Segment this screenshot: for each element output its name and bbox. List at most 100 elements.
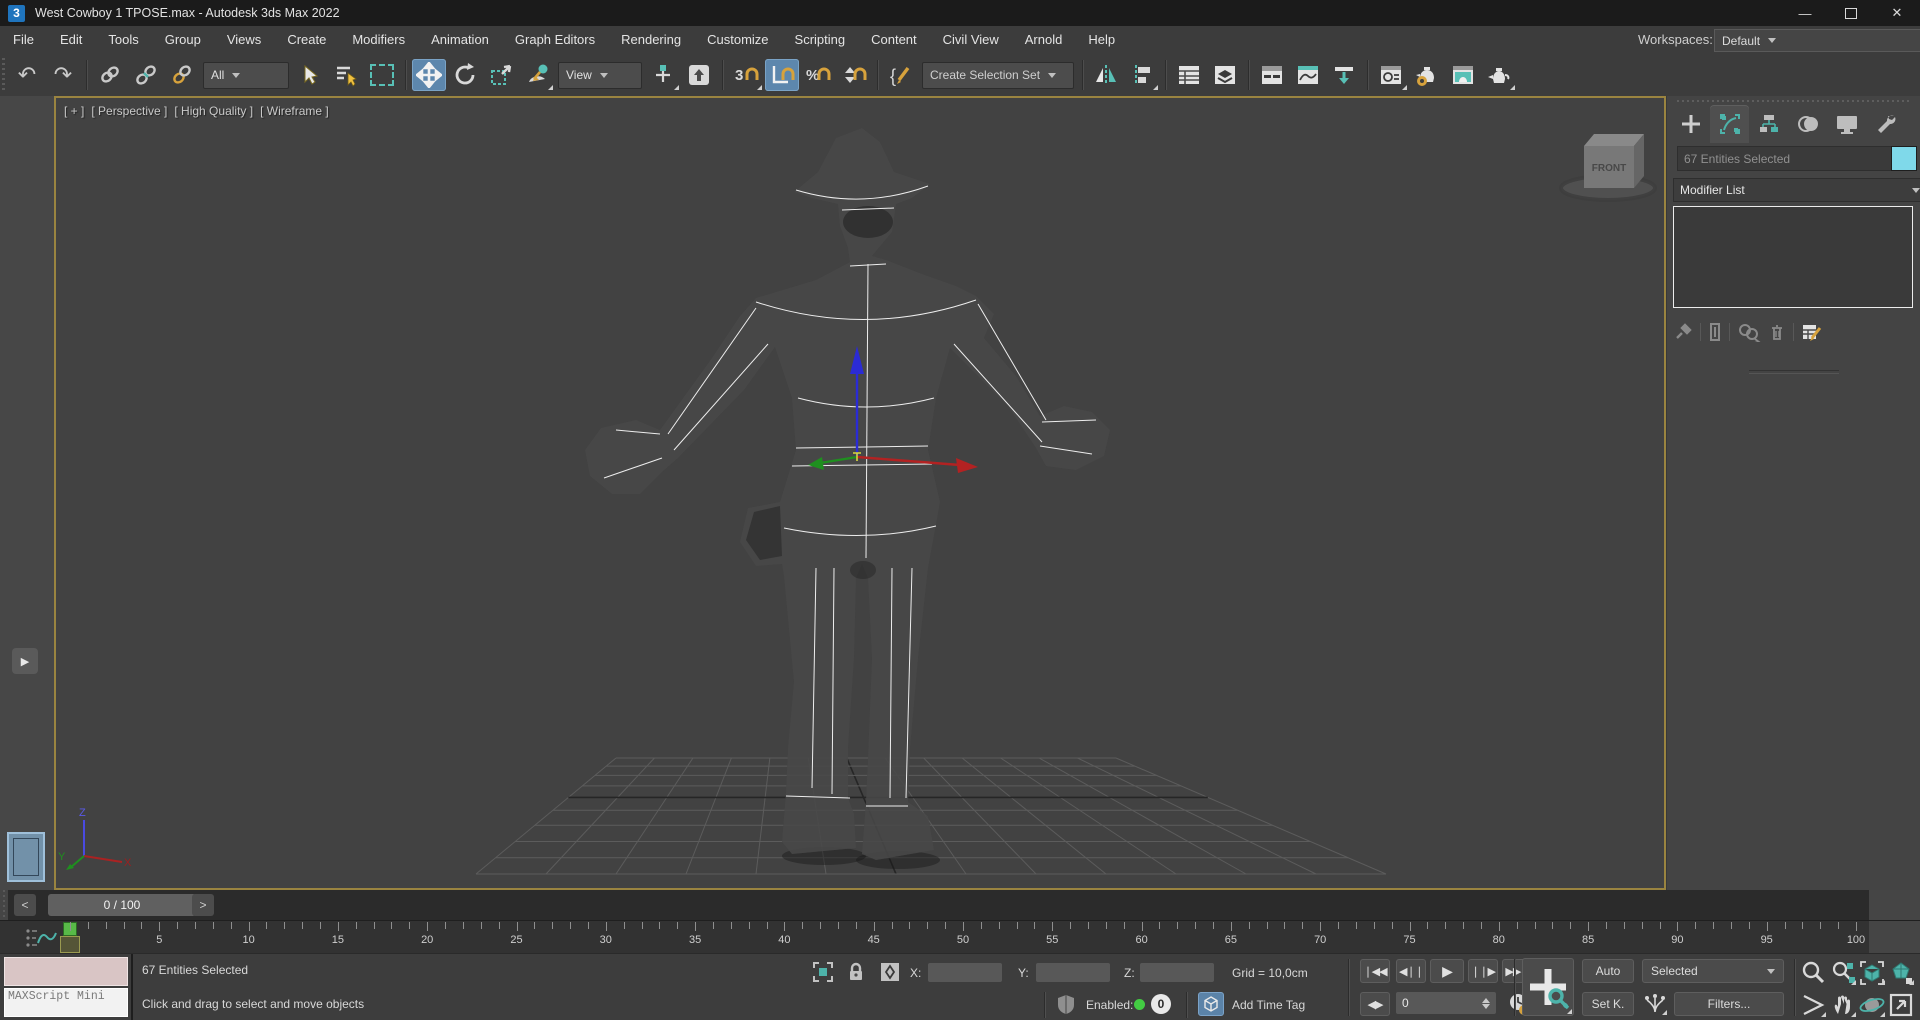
select-and-link-button[interactable]	[93, 59, 127, 91]
viewport-label-segment-0[interactable]: [ + ]	[64, 104, 84, 118]
selection-lock-toggle[interactable]	[847, 961, 865, 983]
select-and-place-button[interactable]	[520, 59, 554, 91]
menu-item-arnold[interactable]: Arnold	[1012, 26, 1076, 54]
zoom-all-button[interactable]	[1830, 960, 1857, 986]
modifier-stack[interactable]	[1673, 206, 1913, 308]
z-coord-field[interactable]	[1140, 963, 1214, 982]
menu-item-group[interactable]: Group	[152, 26, 214, 54]
go-to-start-button[interactable]: ❘◀◀	[1360, 959, 1390, 983]
edit-named-selection-sets-button[interactable]: {	[884, 59, 918, 91]
current-frame-spinner[interactable]: 0	[1396, 992, 1496, 1014]
object-name-field[interactable]: 67 Entities Selected	[1677, 146, 1897, 171]
menu-item-rendering[interactable]: Rendering	[608, 26, 694, 54]
align-button[interactable]	[1125, 59, 1159, 91]
percent-snap-toggle-button[interactable]: %	[801, 59, 835, 91]
time-slider-handle[interactable]: 0 / 100	[48, 894, 196, 916]
configure-modifier-sets-icon[interactable]	[1801, 322, 1823, 342]
menu-item-civil-view[interactable]: Civil View	[930, 26, 1012, 54]
key-filters-icon-button[interactable]	[1642, 992, 1668, 1016]
bind-to-space-warp-button[interactable]	[165, 59, 199, 91]
select-and-scale-button[interactable]	[484, 59, 518, 91]
rollout-divider[interactable]	[1749, 370, 1839, 374]
maximize-viewport-toggle[interactable]	[1888, 992, 1915, 1018]
zoom-button[interactable]	[1800, 960, 1826, 986]
redo-button[interactable]: ↷	[46, 59, 80, 91]
zoom-extents-button[interactable]	[1859, 960, 1886, 986]
mirror-button[interactable]	[1089, 59, 1123, 91]
maxscript-divider[interactable]	[131, 954, 133, 1020]
key-mode-toggle[interactable]: ◀▶	[1360, 992, 1390, 1016]
viewport-label[interactable]: [ + ] [ Perspective ] [ High Quality ] [ Wi…	[64, 104, 329, 118]
tab-display[interactable]	[1827, 105, 1866, 143]
menu-item-scripting[interactable]: Scripting	[782, 26, 859, 54]
cowboy-model[interactable]	[585, 128, 1110, 860]
y-coord-field[interactable]	[1036, 963, 1110, 982]
use-pivot-point-center-button[interactable]	[646, 59, 680, 91]
toolbar-grip[interactable]	[2, 58, 9, 92]
select-and-rotate-button[interactable]	[448, 59, 482, 91]
absolute-offset-mode-toggle[interactable]	[879, 961, 901, 983]
rectangular-selection-region-button[interactable]	[365, 59, 399, 91]
set-keys-button[interactable]	[1522, 958, 1574, 1016]
menu-item-file[interactable]: File	[0, 26, 47, 54]
named-selection-sets-combobox[interactable]: Create Selection Set	[922, 61, 1074, 89]
modifier-list-dropdown[interactable]: Modifier List	[1673, 178, 1920, 202]
tab-modify[interactable]	[1710, 105, 1749, 143]
spinner-arrows-icon[interactable]	[1482, 997, 1490, 1009]
angle-snap-toggle-button[interactable]	[765, 59, 799, 91]
spinner-snap-toggle-button[interactable]	[837, 59, 871, 91]
frame-ruler[interactable]: 5 10 15 20 25 30 35 40 45 50 55 60 65 70 75 80 85 90 95 100	[0, 921, 1869, 954]
x-coord-field[interactable]	[928, 963, 1002, 982]
toggle-scene-explorer-button[interactable]	[1172, 59, 1206, 91]
show-end-result-icon[interactable]	[1708, 322, 1722, 342]
minimize-button[interactable]: —	[1782, 0, 1828, 26]
zero-badge[interactable]: 0	[1151, 994, 1171, 1014]
time-slider-track[interactable]: < 0 / 100 >	[8, 890, 1869, 920]
menu-item-edit[interactable]: Edit	[47, 26, 95, 54]
tab-utilities[interactable]	[1866, 105, 1905, 143]
next-frame-button[interactable]: >	[192, 894, 214, 916]
select-by-name-button[interactable]	[329, 59, 363, 91]
menu-item-create[interactable]: Create	[274, 26, 339, 54]
set-key-button[interactable]: Set K.	[1582, 992, 1634, 1016]
menu-item-content[interactable]: Content	[858, 26, 930, 54]
zoom-extents-all-button[interactable]	[1888, 960, 1915, 986]
remove-modifier-trash-icon[interactable]	[1768, 322, 1786, 342]
viewport-label-segment-3[interactable]: [ Wireframe ]	[260, 104, 329, 118]
key-filters-button[interactable]: Filters...	[1674, 992, 1784, 1016]
pin-stack-icon[interactable]	[1673, 322, 1693, 342]
viewcube[interactable]: FRONT	[1559, 134, 1657, 202]
viewport-label-segment-1[interactable]: [ Perspective ]	[91, 104, 167, 118]
viewport-canvas[interactable]: Z X Y FRONT	[56, 98, 1664, 888]
curve-editor-button[interactable]	[1291, 59, 1325, 91]
select-object-button[interactable]	[293, 59, 327, 91]
render-setup-button[interactable]	[1410, 59, 1444, 91]
make-unique-icon[interactable]	[1737, 322, 1761, 342]
menu-item-tools[interactable]: Tools	[95, 26, 151, 54]
select-and-move-button[interactable]	[412, 59, 446, 91]
layout-tabs-expand-button[interactable]: ▶	[12, 648, 38, 674]
add-time-tag-label[interactable]: Add Time Tag	[1232, 998, 1305, 1012]
maxscript-mini-input[interactable]: MAXScript Mini	[4, 988, 128, 1017]
selection-filter-dropdown[interactable]: All	[203, 61, 289, 89]
rendered-frame-window-button[interactable]	[1446, 59, 1480, 91]
pan-view-button[interactable]	[1830, 992, 1857, 1018]
maxscript-mini-listener[interactable]	[4, 957, 128, 986]
schematic-view-button[interactable]	[1327, 59, 1361, 91]
toggle-layer-explorer-button[interactable]	[1208, 59, 1242, 91]
tab-create[interactable]	[1671, 105, 1710, 143]
menu-item-animation[interactable]: Animation	[418, 26, 502, 54]
maximize-button[interactable]	[1828, 0, 1874, 26]
tab-hierarchy[interactable]	[1749, 105, 1788, 143]
isolate-selection-toggle[interactable]	[812, 961, 834, 983]
material-editor-button[interactable]	[1374, 59, 1408, 91]
menu-item-customize[interactable]: Customize	[694, 26, 781, 54]
viewport-label-segment-2[interactable]: [ High Quality ]	[174, 104, 253, 118]
auto-key-button[interactable]: Auto	[1582, 959, 1634, 983]
next-frame-step-button[interactable]: ❘❘▶	[1468, 959, 1498, 983]
reference-coordinate-system-dropdown[interactable]: View	[558, 61, 642, 89]
orbit-button[interactable]	[1859, 992, 1886, 1018]
unlink-selection-button[interactable]	[129, 59, 163, 91]
object-color-swatch[interactable]	[1891, 146, 1917, 171]
keyboard-shortcut-override-button[interactable]	[682, 59, 716, 91]
